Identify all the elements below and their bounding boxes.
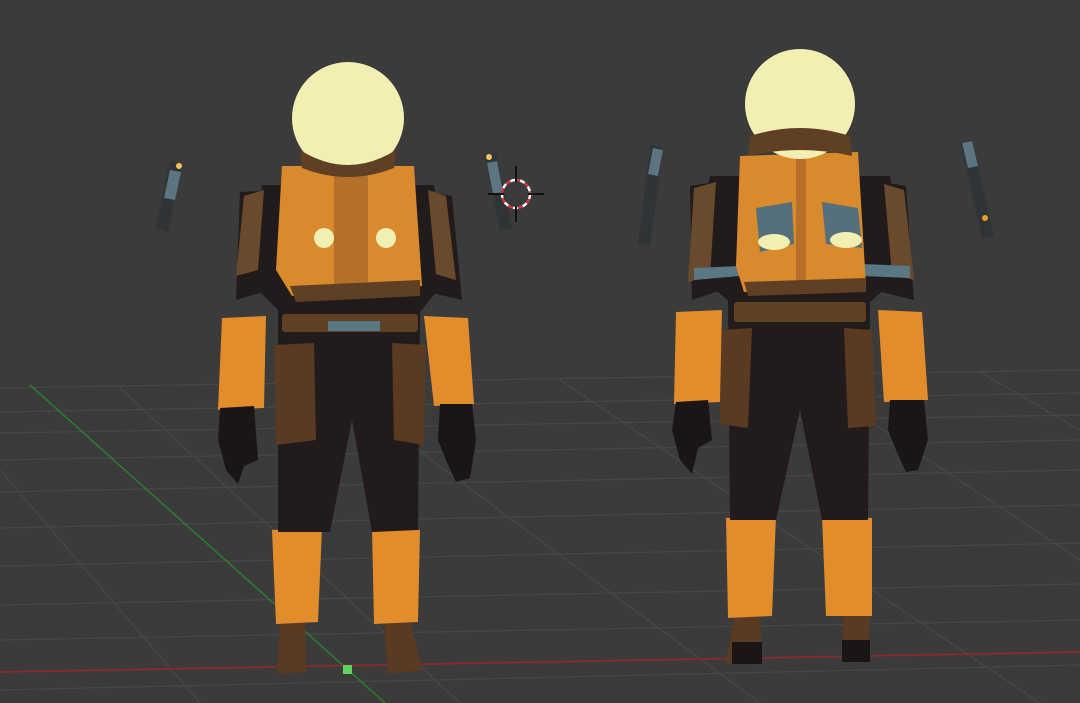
right-forearm-l — [674, 310, 722, 404]
left-shin-r — [372, 528, 420, 624]
left-backpack-light-r — [376, 228, 396, 248]
left-forearm-l — [218, 316, 266, 410]
right-shin-l — [726, 516, 776, 618]
left-boot-l — [277, 620, 306, 674]
right-pouch-r — [844, 328, 876, 428]
left-belt-buckle — [328, 321, 380, 331]
left-shin-l — [272, 528, 322, 624]
origin-point-icon[interactable] — [343, 665, 352, 674]
right-belt — [734, 302, 866, 322]
right-pouch-l — [720, 328, 752, 428]
left-pouch-l — [274, 343, 316, 445]
right-forearm-r — [878, 310, 928, 402]
left-backpack-light-l — [314, 228, 334, 248]
3d-viewport[interactable] — [0, 0, 1080, 703]
left-pouch-r — [392, 343, 426, 445]
viewport-canvas[interactable] — [0, 0, 1080, 703]
right-shin-r — [822, 516, 872, 616]
